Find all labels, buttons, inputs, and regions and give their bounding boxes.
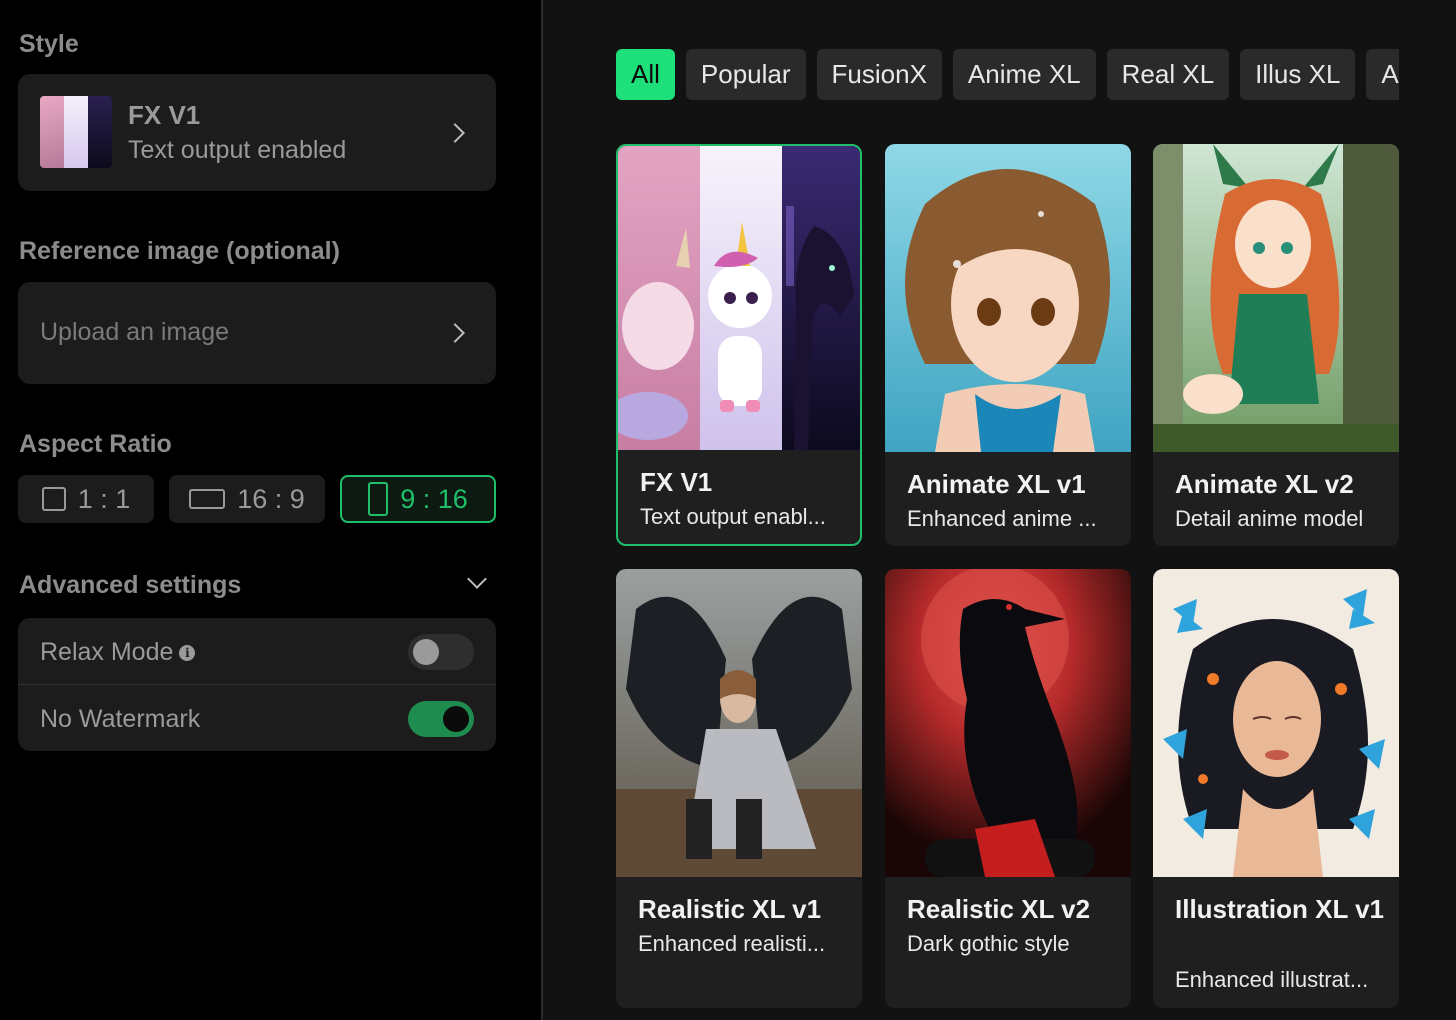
model-subtitle: Detail anime model — [1175, 506, 1364, 531]
model-title: FX V1 — [640, 467, 713, 497]
model-subtitle: Enhanced illustrat... — [1175, 967, 1369, 992]
no-watermark-row: No Watermark — [18, 684, 496, 751]
model-image-butterflies-woman — [1153, 569, 1399, 877]
aspect-16-9-button[interactable]: 16 : 9 — [169, 475, 325, 523]
model-subtitle: Enhanced anime ... — [907, 506, 1097, 531]
upload-placeholder: Upload an image — [40, 318, 230, 346]
info-icon[interactable]: i — [179, 644, 196, 661]
model-title: Realistic XL v1 — [638, 894, 822, 924]
filter-illus-xl[interactable]: Illus XL — [1240, 49, 1356, 100]
filter-bar: All Popular FusionX Anime XL Real XL Illus XL… — [616, 49, 1399, 100]
model-subtitle: Enhanced realisti... — [638, 931, 826, 956]
model-title: Animate XL v2 — [1175, 469, 1354, 499]
style-selected-title: FX V1 — [128, 100, 201, 130]
aspect-1-1-label: 1 : 1 — [77, 483, 131, 514]
no-watermark-toggle[interactable] — [408, 701, 474, 737]
model-title: Animate XL v1 — [907, 469, 1086, 499]
portrait-icon — [368, 482, 389, 516]
no-watermark-label: No Watermark — [40, 705, 201, 733]
style-section-label: Style — [19, 30, 79, 58]
aspect-1-1-button[interactable]: 1 : 1 — [18, 475, 154, 523]
model-subtitle: Text output enabl... — [640, 504, 826, 529]
reference-section-label: Reference image (optional) — [19, 237, 340, 265]
landscape-icon — [189, 489, 226, 509]
model-card-animate-xl-v2[interactable]: Animate XL v2 Detail anime model — [1153, 144, 1399, 546]
filter-more[interactable]: A — [1366, 49, 1399, 100]
model-image-elf-girl-forest — [1153, 144, 1399, 452]
advanced-section-label: Advanced settings — [19, 571, 242, 599]
aspect-section-label: Aspect Ratio — [19, 430, 172, 458]
relax-mode-row: Relax Mode i — [18, 618, 496, 684]
aspect-16-9-label: 16 : 9 — [237, 483, 305, 514]
toggle-knob — [413, 639, 439, 665]
chevron-down-icon[interactable] — [467, 569, 487, 589]
model-gallery: All Popular FusionX Anime XL Real XL Illus XL… — [543, 0, 1456, 1020]
chevron-right-icon — [445, 323, 465, 343]
settings-panel: Style FX V1 Text output enabled Referenc… — [0, 0, 541, 1020]
filter-fusionx[interactable]: FusionX — [816, 49, 942, 100]
style-selected-subtitle: Text output enabled — [128, 136, 347, 164]
relax-mode-toggle[interactable] — [408, 634, 474, 670]
toggle-knob — [443, 706, 469, 732]
upload-image-button[interactable]: Upload an image — [18, 282, 496, 384]
model-image-winged-woman — [616, 569, 862, 877]
model-card-illustration-xl-v1[interactable]: Illustration XL v1 Enhanced illustrat... — [1153, 569, 1399, 1008]
model-title: Illustration XL v1 — [1175, 894, 1385, 924]
aspect-9-16-button[interactable]: 9 : 16 — [340, 475, 496, 523]
model-card-realistic-xl-v2[interactable]: Realistic XL v2 Dark gothic style — [885, 569, 1131, 1008]
model-title: Realistic XL v2 — [907, 894, 1091, 924]
style-thumbnail — [40, 96, 112, 168]
filter-popular[interactable]: Popular — [685, 49, 806, 100]
model-subtitle: Dark gothic style — [907, 931, 1070, 956]
model-image-unicorns — [618, 146, 860, 450]
relax-mode-label: Relax Mode — [40, 638, 174, 666]
filter-real-xl[interactable]: Real XL — [1106, 49, 1230, 100]
model-card-fx-v1[interactable]: FX V1 Text output enabl... — [616, 144, 862, 546]
filter-anime-xl[interactable]: Anime XL — [952, 49, 1096, 100]
model-image-anime-girl-underwater — [885, 144, 1131, 452]
advanced-settings-card: Relax Mode i No Watermark — [18, 618, 496, 751]
model-card-realistic-xl-v1[interactable]: Realistic XL v1 Enhanced realisti... — [616, 569, 862, 1008]
style-selector[interactable]: FX V1 Text output enabled — [18, 74, 496, 191]
chevron-right-icon — [445, 123, 465, 143]
filter-all[interactable]: All — [616, 49, 675, 100]
model-image-raven-moon — [885, 569, 1131, 877]
square-icon — [41, 487, 66, 511]
aspect-9-16-label: 9 : 16 — [400, 483, 468, 514]
model-card-animate-xl-v1[interactable]: Animate XL v1 Enhanced anime ... — [885, 144, 1131, 546]
